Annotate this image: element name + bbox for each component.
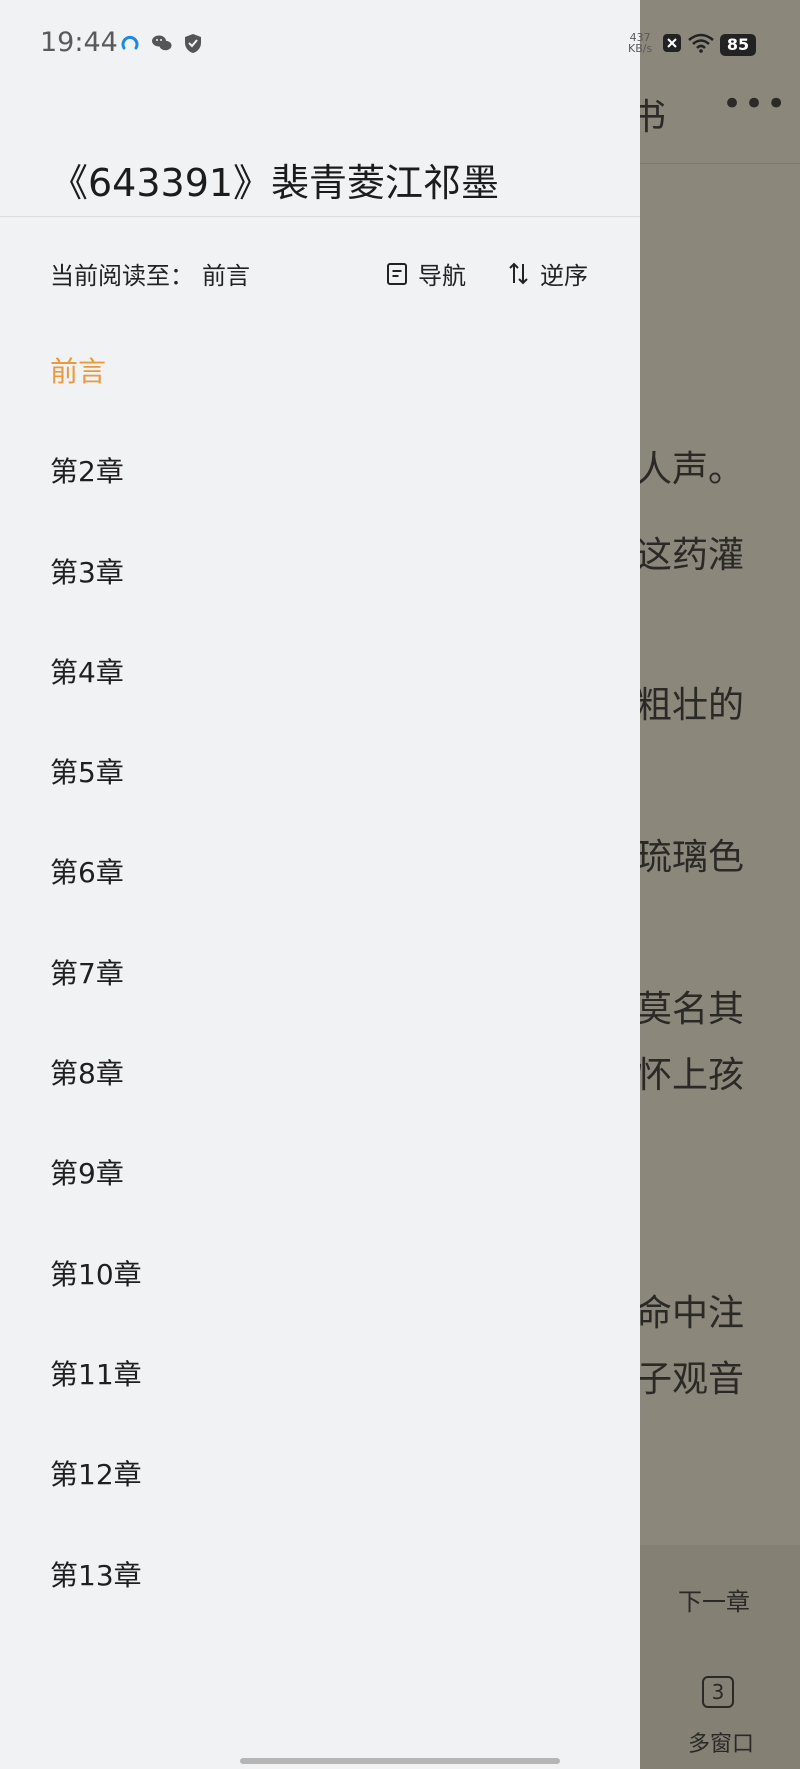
reverse-order-button[interactable]: 逆序 (508, 256, 588, 291)
multi-window-label[interactable]: 多窗口 (688, 1726, 754, 1758)
chapter-item[interactable]: 第4章 (0, 623, 640, 723)
shield-icon (184, 33, 202, 58)
navigation-button[interactable]: 导航 (386, 256, 466, 291)
chapter-item[interactable]: 第11章 (0, 1325, 640, 1425)
reverse-order-label: 逆序 (540, 262, 588, 290)
toc-drawer: 《643391》裴青菱江祁墨 当前阅读至： 前言 导航 逆序 前言 第2章 第3… (0, 0, 640, 1769)
battery-level: 85 (720, 34, 756, 56)
reader-text-line: 人声。 (636, 449, 745, 490)
multi-window-icon[interactable]: 3 (702, 1676, 734, 1708)
title-divider (0, 216, 640, 217)
reader-topbar-divider (640, 163, 800, 164)
chapter-item[interactable]: 第6章 (0, 823, 640, 923)
status-bar: 19:44 437 KB/s 85 (0, 0, 800, 86)
chapter-item[interactable]: 第2章 (0, 422, 640, 522)
reading-progress-row: 当前阅读至： 前言 导航 逆序 (50, 256, 590, 296)
reader-text-line: 这药灌 (636, 535, 745, 576)
chapter-list: 前言 第2章 第3章 第4章 第5章 第6章 第7章 第8章 第9章 第10章 … (0, 322, 640, 1626)
chapter-item[interactable]: 第3章 (0, 523, 640, 623)
more-icon[interactable]: ••• (722, 84, 788, 124)
reader-text-line: 莫名其 (636, 989, 745, 1030)
next-chapter-button[interactable]: 下一章 (678, 1582, 750, 1617)
reader-text-line: 琉璃色 (636, 837, 745, 878)
chapter-item[interactable]: 第9章 (0, 1124, 640, 1224)
reader-text-line: 子观音 (636, 1359, 745, 1400)
reader-text-line: 命中注 (636, 1293, 745, 1334)
sort-icon (509, 262, 528, 284)
status-time: 19:44 (40, 27, 118, 58)
navigation-label: 导航 (418, 262, 466, 290)
reader-text-line: 粗壮的 (636, 685, 745, 726)
sync-icon (120, 33, 140, 57)
book-title: 《643391》裴青菱江祁墨 (50, 161, 500, 205)
progress-label: 当前阅读至： (50, 262, 194, 290)
navigation-icon (387, 262, 407, 285)
chapter-item[interactable]: 第12章 (0, 1425, 640, 1525)
chapter-item[interactable]: 第5章 (0, 723, 640, 823)
chapter-item-current[interactable]: 前言 (0, 322, 640, 422)
network-speed-unit: KB/s (628, 42, 653, 55)
chapter-item[interactable]: 第10章 (0, 1225, 640, 1325)
network-speed: 437 KB/s (628, 32, 652, 54)
notification-off-icon (662, 33, 682, 57)
chapter-item[interactable]: 第13章 (0, 1526, 640, 1626)
chapter-item[interactable]: 第8章 (0, 1024, 640, 1124)
reader-text-line: 怀上孩 (636, 1055, 745, 1096)
home-indicator[interactable] (240, 1758, 560, 1764)
progress-value: 前言 (202, 262, 250, 290)
wifi-icon (688, 33, 714, 57)
chapter-item[interactable]: 第7章 (0, 924, 640, 1024)
wechat-icon (151, 33, 173, 57)
